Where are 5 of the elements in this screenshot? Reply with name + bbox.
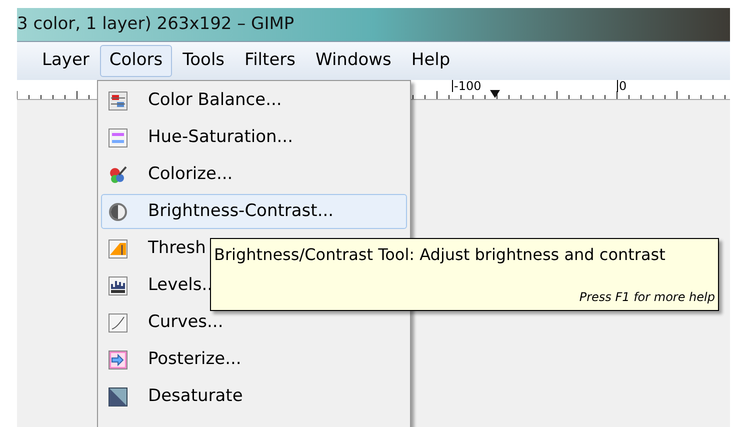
tooltip-text: Brightness/Contrast Tool: Adjust brightness and contrast [214,244,666,266]
ruler-label: -100 [452,80,482,92]
window-title: 3 color, 1 layer) 263x192 – GIMP [17,12,294,36]
tooltip-hint: Press F1 for more help [578,289,715,306]
ruler-label: 0 [617,80,627,92]
